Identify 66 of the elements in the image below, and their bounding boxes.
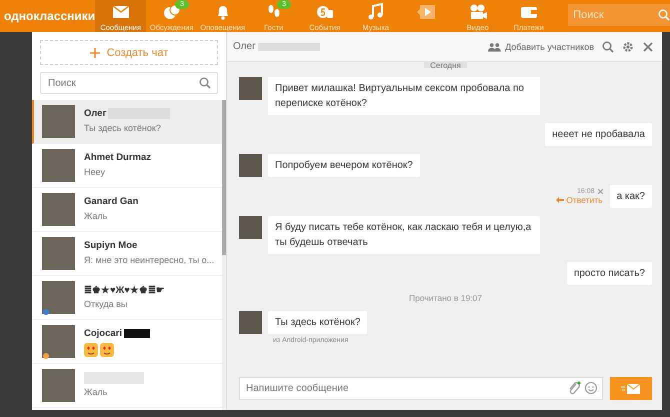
film-camera-icon [468,2,488,22]
site-logo[interactable]: одноклассники [0,0,96,32]
heart-eyes-emoji-icon [100,343,114,357]
chat-list-item[interactable]: Ganard Gan Жаль [32,188,222,232]
chat-list-item[interactable]: Cojocari [32,320,222,364]
message-preview: Жаль [84,211,108,221]
contact-name: Олег [84,108,106,119]
reply-arrow-icon [556,197,564,203]
message-preview: Жаль [84,387,108,397]
search-field[interactable]: Поиск [568,4,670,26]
contact-name: Ahmet Durmaz [84,152,152,163]
music-note-icon [366,2,386,22]
avatar-photo-placeholder [42,237,75,270]
contact-name: Supiyn Moe [84,240,138,251]
smiley-icon[interactable] [584,381,598,395]
search-field[interactable]: Поиск [40,72,218,94]
settings-icon[interactable] [622,40,634,52]
message-input[interactable]: Напишите сообщение [239,377,603,400]
message-bubble: просто писать? [566,262,652,285]
message-bubble: а как? [610,185,652,208]
contact-name: Ganard Gan [84,196,138,207]
avatar-photo-placeholder [42,325,75,358]
search-icon [658,9,670,21]
avatar-photo-placeholder [239,311,262,334]
send-button[interactable] [610,377,652,400]
search-icon [199,77,211,89]
avatar-photo-placeholder [42,369,75,402]
avatar-photo-placeholder [42,193,75,226]
message-bubble: Попробуем вечером котёнок? [268,154,420,177]
reply-link[interactable]: Ответить [566,195,603,205]
message-bubble: нееет не пробавала [545,123,652,146]
search-icon[interactable] [602,40,614,52]
scrollbar[interactable] [222,100,226,410]
people-icon [488,42,502,52]
chat-list-item[interactable]: Ahmet Durmaz Heey [32,144,222,188]
message-preview: Откуда вы [84,299,128,309]
avatar-photo-placeholder [42,149,75,182]
close-icon[interactable] [598,189,603,194]
blurred-name [258,42,320,50]
message-preview: Ты здесь котёнок? [84,123,162,133]
avatar-photo-placeholder [239,154,262,177]
contact-name: Cojocari [84,328,122,339]
add-members-button[interactable]: Добавить участников [488,42,594,52]
play-icon [416,2,437,22]
avatar-photo-placeholder [42,281,75,314]
chat-list-item[interactable]: Олег Ты здесь котёнок? [32,100,222,144]
contact-name: ≣♚★♥Ж♥★♚≣☛ [84,284,165,296]
chat-list-item[interactable]: Supiyn Moe Я: мне это неинтересно, ты о... [32,232,222,276]
avatar-photo-placeholder [42,105,75,138]
paperclip-icon[interactable] [567,381,581,395]
message-preview: Я: мне это неинтересно, ты о... [84,255,214,265]
close-icon[interactable] [642,40,654,52]
plus-icon [90,48,100,58]
message-bubble: Привет милашка! Виртуальным сексом пробовала по переписке котёнок? [268,77,540,115]
message-bubble: Я буду писать тебе котёнок, как ласкаю тебя и целую,а ты будешь отвечать [268,216,540,254]
chat-list-item[interactable]: ≣♚★♥Ж♥★♚≣☛ Откуда вы [32,276,222,320]
create-chat-button[interactable]: Создать чат [40,40,218,65]
chat-list-item[interactable]: Жаль [32,364,222,408]
chat-title: Олег [233,41,256,52]
read-receipt: Прочитано в 19:07 [408,293,482,303]
avatar-photo-placeholder [239,216,262,239]
envelope-icon [621,382,641,394]
message-bubble: Ты здесь котёнок? [268,311,368,334]
avatar-photo-placeholder [239,77,262,100]
message-preview: Heey [84,167,106,177]
heart-eyes-emoji-icon [84,343,98,357]
